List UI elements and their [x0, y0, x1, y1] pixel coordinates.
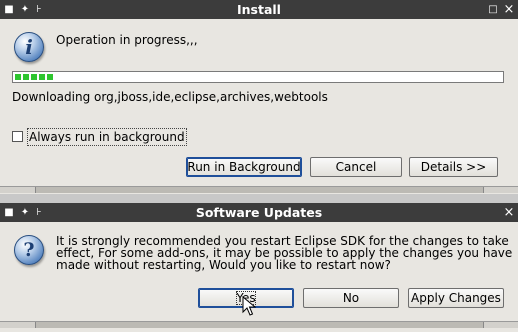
download-status: Downloading org,jboss,ide,eclipse,archiv…	[12, 90, 328, 104]
restart-message-line3: made without restarting, Would you like …	[56, 258, 391, 272]
updates-scroll-thumb[interactable]	[35, 322, 484, 328]
no-button[interactable]: No	[303, 288, 399, 308]
apply-changes-label: Apply Changes	[411, 291, 501, 305]
details-label: Details >>	[420, 160, 487, 174]
operation-message: Operation in progress,,,	[56, 33, 198, 47]
apply-changes-button[interactable]: Apply Changes	[408, 288, 504, 308]
close-icon[interactable]: ×	[502, 205, 516, 220]
updates-titlebar[interactable]: ■ ✦ ⊦ Software Updates ×	[0, 203, 518, 222]
software-updates-dialog: ■ ✦ ⊦ Software Updates × ? It is strongl…	[0, 203, 518, 332]
info-icon: i	[14, 32, 44, 62]
always-run-background-checkbox[interactable]	[12, 131, 23, 142]
progress-bar	[12, 71, 504, 83]
run-in-background-button[interactable]: Run in Background	[186, 157, 302, 177]
always-run-background-label[interactable]: Always run in background	[27, 128, 187, 146]
close-icon[interactable]: ×	[502, 2, 516, 17]
cancel-button[interactable]: Cancel	[310, 157, 402, 177]
maximize-icon[interactable]: □	[486, 2, 500, 17]
run-in-background-label: Run in Background	[187, 160, 301, 174]
updates-scrollbar[interactable]	[0, 321, 518, 328]
updates-title: Software Updates	[195, 205, 323, 220]
question-icon: ?	[14, 235, 44, 265]
mouse-cursor-icon	[242, 296, 256, 316]
cancel-label: Cancel	[335, 160, 377, 174]
progress-fill	[15, 74, 54, 80]
install-titlebar[interactable]: ■ ✦ ⊦ Install □ ×	[0, 0, 518, 19]
install-dialog: ■ ✦ ⊦ Install □ × i Operation in progres…	[0, 0, 518, 194]
install-title: Install	[237, 2, 281, 17]
install-scroll-thumb[interactable]	[35, 187, 484, 193]
no-label: No	[342, 291, 360, 305]
details-button[interactable]: Details >>	[409, 157, 498, 177]
install-scrollbar[interactable]	[0, 186, 518, 193]
